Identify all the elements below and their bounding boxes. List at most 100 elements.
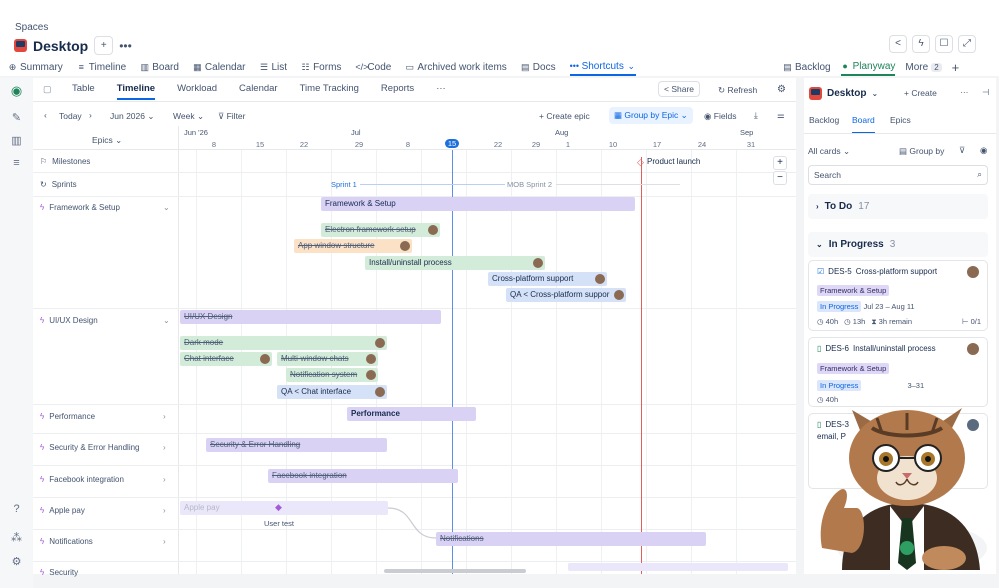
- filter-button[interactable]: ⊽ Filter: [218, 111, 245, 122]
- tab-more[interactable]: More 2: [905, 58, 942, 76]
- chevron-right-icon[interactable]: ›: [163, 443, 166, 452]
- row-security-error[interactable]: ϟ Security & Error Handling: [40, 443, 140, 452]
- sprint-label[interactable]: Sprint 1: [331, 180, 357, 189]
- planyway-logo-icon[interactable]: ◉: [10, 83, 23, 99]
- sprint-label[interactable]: MOB Sprint 2: [507, 180, 552, 189]
- section-todo[interactable]: › To Do 17: [808, 194, 988, 219]
- brush-icon[interactable]: ✎: [10, 111, 23, 124]
- diamond-icon[interactable]: ◆: [275, 502, 282, 513]
- row-notifications[interactable]: ϟ Notifications: [40, 537, 93, 546]
- share-button[interactable]: < Share: [658, 81, 701, 97]
- month-select[interactable]: Jun 2026 ⌄: [110, 111, 154, 122]
- panel-tab-epics[interactable]: Epics: [890, 115, 911, 125]
- epic-bar[interactable]: Framework & Setup: [321, 197, 635, 211]
- search-input[interactable]: Search ⌕: [808, 165, 988, 185]
- tab-timeline[interactable]: ≡ Timeline: [77, 58, 127, 76]
- prev-arrow-icon[interactable]: ‹: [44, 110, 47, 120]
- task-bar[interactable]: QA < Chat interface: [277, 385, 387, 399]
- share-icon[interactable]: <: [889, 35, 907, 53]
- zoom-out-button[interactable]: −: [773, 171, 787, 185]
- group-by-button[interactable]: ▤ Group by: [899, 146, 944, 157]
- refresh-button[interactable]: ↻ Refresh: [718, 85, 757, 96]
- epic-bar[interactable]: Apple pay: [180, 501, 388, 515]
- filter-lines-icon[interactable]: ≡: [10, 157, 23, 169]
- tab-list[interactable]: ☰ List: [260, 58, 287, 76]
- tab-docs[interactable]: ▤ Docs: [521, 58, 556, 76]
- task-bar[interactable]: QA < Cross-platform suppor: [506, 288, 626, 302]
- feedback-icon[interactable]: ☐: [935, 35, 953, 53]
- add-people-button[interactable]: +: [94, 36, 114, 55]
- tab-backlog[interactable]: ▤ Backlog: [783, 58, 830, 76]
- create-epic-button[interactable]: + Create epic: [539, 111, 590, 121]
- tab-shortcuts[interactable]: ••• Shortcuts ⌄: [569, 58, 636, 76]
- more-icon[interactable]: ···: [960, 87, 969, 97]
- help-icon[interactable]: ?: [10, 503, 23, 515]
- all-cards-select[interactable]: All cards ⌄: [808, 146, 850, 157]
- task-bar[interactable]: Electron framework setup: [321, 223, 440, 237]
- today-button[interactable]: Today: [59, 111, 82, 121]
- epic-bar[interactable]: Performance: [347, 407, 476, 421]
- task-bar[interactable]: Notification system: [286, 368, 378, 382]
- lightning-icon[interactable]: ϟ: [912, 35, 930, 53]
- tab-forms[interactable]: ☷ Forms: [301, 58, 342, 76]
- chevron-right-icon[interactable]: ›: [163, 506, 166, 515]
- tab-calendar[interactable]: ▦ Calendar: [193, 58, 245, 76]
- filter-icon[interactable]: ⊽: [959, 145, 965, 156]
- row-security[interactable]: ϟ Security: [40, 568, 78, 577]
- side-panel-title[interactable]: Desktop ⌄: [809, 87, 878, 100]
- columns-icon[interactable]: ▥: [10, 134, 23, 147]
- settings-gear-icon[interactable]: ⚙: [777, 84, 786, 95]
- chevron-right-icon[interactable]: ›: [163, 475, 166, 484]
- view-tab-calendar[interactable]: Calendar: [239, 80, 278, 100]
- breadcrumb-spaces[interactable]: Spaces: [15, 22, 48, 33]
- row-facebook[interactable]: ϟ Facebook integration: [40, 475, 124, 484]
- task-bar[interactable]: Dark mode: [180, 336, 387, 350]
- task-bar[interactable]: Cross-platform support: [488, 272, 607, 286]
- team-icon[interactable]: ⁂: [10, 531, 23, 544]
- tab-planyway[interactable]: ● Planyway: [840, 58, 896, 76]
- view-tab-time-tracking[interactable]: Time Tracking: [300, 80, 359, 100]
- epic-bar[interactable]: [568, 563, 788, 571]
- fields-button[interactable]: ◉ Fields: [704, 111, 736, 122]
- add-tab-button[interactable]: +: [952, 58, 960, 76]
- zoom-in-button[interactable]: +: [773, 156, 787, 170]
- row-uiux[interactable]: ϟ UI/UX Design: [40, 316, 98, 325]
- task-bar[interactable]: Multi-window chats: [277, 352, 378, 366]
- panel-toggle-icon[interactable]: ▢: [43, 84, 52, 95]
- row-sprints[interactable]: ↻ Sprints: [40, 180, 77, 189]
- task-bar[interactable]: Install/uninstall process: [365, 256, 545, 270]
- epic-bar[interactable]: Notifications: [436, 532, 706, 546]
- panel-tab-board[interactable]: Board: [852, 115, 875, 134]
- row-framework[interactable]: ϟ Framework & Setup: [40, 203, 120, 212]
- epic-bar[interactable]: Facebook integration: [268, 469, 458, 483]
- tab-summary[interactable]: ⊕ Summary: [8, 58, 63, 76]
- view-tab-workload[interactable]: Workload: [177, 80, 217, 100]
- milestone-label[interactable]: Product launch: [647, 157, 700, 166]
- fullscreen-icon[interactable]: ⤢: [958, 35, 976, 53]
- close-panel-icon[interactable]: ⊣: [982, 87, 989, 98]
- sliders-icon[interactable]: ⚌: [777, 110, 785, 121]
- download-icon[interactable]: ⤓: [754, 110, 758, 121]
- tab-code[interactable]: </> Code: [355, 58, 391, 76]
- tab-board[interactable]: ▥ Board: [140, 58, 178, 76]
- view-tab-timeline[interactable]: Timeline: [116, 80, 156, 100]
- row-applepay[interactable]: ϟ Apple pay: [40, 506, 85, 515]
- epics-column-header[interactable]: Epics ⌄: [92, 135, 122, 146]
- task-bar[interactable]: App window structure: [294, 239, 412, 253]
- view-tab-reports[interactable]: Reports: [381, 80, 414, 100]
- milestone-diamond-icon[interactable]: ◇: [637, 157, 644, 168]
- chevron-right-icon[interactable]: ›: [163, 412, 166, 421]
- tab-archived[interactable]: ▭ Archived work items: [405, 58, 507, 76]
- scale-select[interactable]: Week ⌄: [173, 111, 204, 122]
- more-actions-icon[interactable]: •••: [119, 39, 132, 53]
- epic-bar[interactable]: Security & Error Handling: [206, 438, 387, 452]
- settings-icon[interactable]: ⚙: [10, 555, 23, 568]
- next-arrow-icon[interactable]: ›: [89, 110, 92, 120]
- horizontal-scrollbar[interactable]: [384, 569, 526, 573]
- panel-tab-backlog[interactable]: Backlog: [809, 115, 839, 125]
- view-tab-table[interactable]: Table: [72, 80, 95, 100]
- row-milestones[interactable]: ⚐ Milestones: [40, 157, 90, 166]
- eye-icon[interactable]: ◉: [980, 145, 987, 156]
- create-button[interactable]: + Create: [904, 88, 937, 98]
- more-views-icon[interactable]: ···: [436, 80, 446, 100]
